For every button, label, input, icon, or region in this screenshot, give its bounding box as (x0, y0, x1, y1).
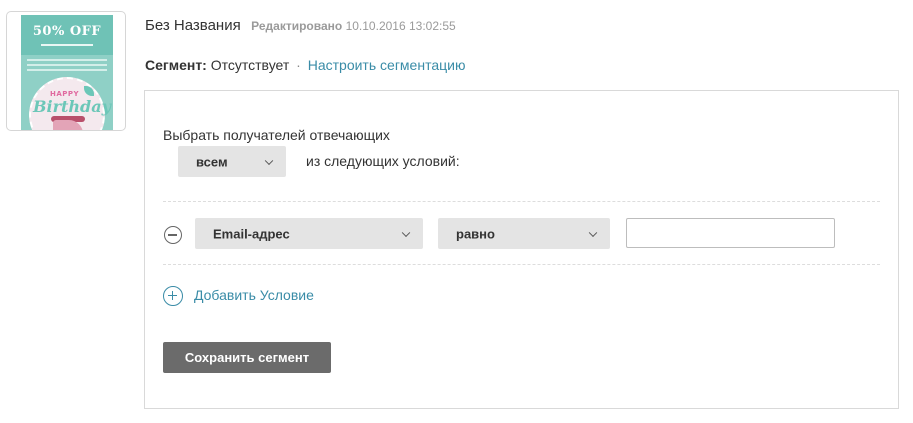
thumbnail-text-lines (27, 59, 107, 74)
segment-label: Сегмент: (145, 57, 207, 73)
segment-row: Сегмент: Отсутствует · Настроить сегмент… (145, 57, 465, 73)
condition-value-input[interactable] (626, 218, 835, 248)
birthday-template-image: 50% OFF HAPPY Birthday (21, 15, 113, 130)
thumbnail-subline (41, 44, 93, 46)
configure-segmentation-link[interactable]: Настроить сегментацию (308, 57, 466, 73)
add-condition-label: Добавить Условие (194, 287, 314, 303)
remove-condition-icon[interactable] (164, 226, 182, 244)
campaign-title: Без Названия (145, 17, 241, 34)
campaign-header: Без Названия Редактировано 10.10.2016 13… (145, 17, 456, 35)
segment-value: Отсутствует (210, 57, 290, 73)
match-mode-value: всем (196, 154, 228, 169)
thumbnail-birthday-text: Birthday (33, 97, 111, 116)
conditions-label: из следующих условий: (306, 153, 460, 169)
condition-field-value: Email-адрес (213, 226, 290, 241)
separator-dot: · (296, 57, 301, 73)
chevron-down-icon (264, 156, 274, 165)
chevron-down-icon (401, 228, 411, 237)
condition-operator-select[interactable]: равно (438, 218, 610, 249)
condition-field-select[interactable]: Email-адрес (195, 218, 423, 249)
template-thumbnail[interactable]: 50% OFF HAPPY Birthday (6, 11, 126, 131)
edited-info: Редактировано 10.10.2016 13:02:55 (251, 19, 456, 33)
segment-builder-panel: Выбрать получателей отвечающих всем из с… (144, 90, 899, 409)
divider (163, 264, 880, 265)
match-mode-select[interactable]: всем (178, 146, 286, 177)
chevron-down-icon (588, 228, 598, 237)
divider (163, 201, 880, 202)
choose-recipients-label: Выбрать получателей отвечающих (163, 127, 390, 143)
thumbnail-offer-text: 50% OFF (32, 24, 102, 39)
edited-date: 10.10.2016 13:02:55 (345, 19, 456, 33)
edited-label: Редактировано (251, 19, 343, 33)
save-segment-button[interactable]: Сохранить сегмент (163, 342, 331, 373)
condition-operator-value: равно (456, 226, 495, 241)
plus-circle-icon (163, 286, 183, 306)
